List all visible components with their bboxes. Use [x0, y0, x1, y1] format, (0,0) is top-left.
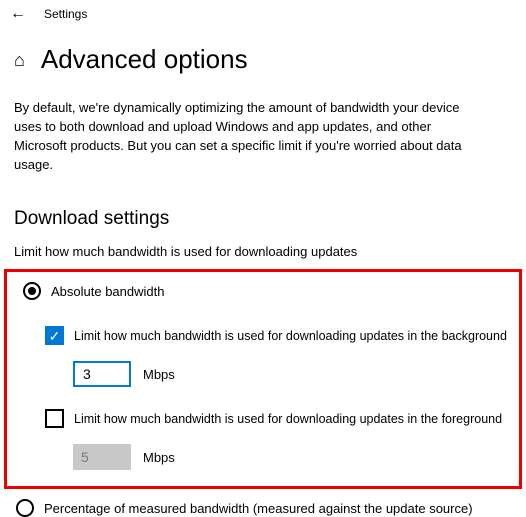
background-unit-label: Mbps — [143, 367, 175, 382]
radio-absolute-bandwidth[interactable]: Absolute bandwidth — [17, 282, 509, 300]
page-title: Advanced options — [41, 44, 248, 75]
checkbox-background-label: Limit how much bandwidth is used for dow… — [74, 329, 507, 343]
highlighted-section: Absolute bandwidth ✓ Limit how much band… — [4, 269, 522, 489]
radio-absolute-label: Absolute bandwidth — [51, 284, 164, 299]
checkbox-unchecked-icon — [45, 409, 64, 428]
home-icon[interactable]: ⌂ — [14, 51, 25, 69]
background-input-row: 3 Mbps — [17, 361, 509, 387]
checkbox-foreground-limit[interactable]: Limit how much bandwidth is used for dow… — [17, 409, 509, 428]
app-title: Settings — [44, 7, 87, 21]
radio-percentage-label: Percentage of measured bandwidth (measur… — [44, 501, 473, 516]
checkbox-background-limit[interactable]: ✓ Limit how much bandwidth is used for d… — [17, 326, 509, 345]
radio-percentage-bandwidth[interactable]: Percentage of measured bandwidth (measur… — [0, 493, 526, 517]
radio-selected-icon — [23, 282, 41, 300]
section-subtitle: Limit how much bandwidth is used for dow… — [0, 230, 526, 265]
foreground-unit-label: Mbps — [143, 450, 175, 465]
page-description: By default, we're dynamically optimizing… — [0, 85, 500, 174]
radio-unselected-icon — [16, 499, 34, 517]
checkbox-checked-icon: ✓ — [45, 326, 64, 345]
section-title: Download settings — [0, 174, 526, 230]
checkbox-foreground-label: Limit how much bandwidth is used for dow… — [74, 412, 502, 426]
back-icon[interactable]: ← — [10, 6, 26, 22]
background-mbps-input[interactable]: 3 — [73, 361, 131, 387]
foreground-input-row: 5 Mbps — [17, 444, 509, 470]
foreground-mbps-input: 5 — [73, 444, 131, 470]
